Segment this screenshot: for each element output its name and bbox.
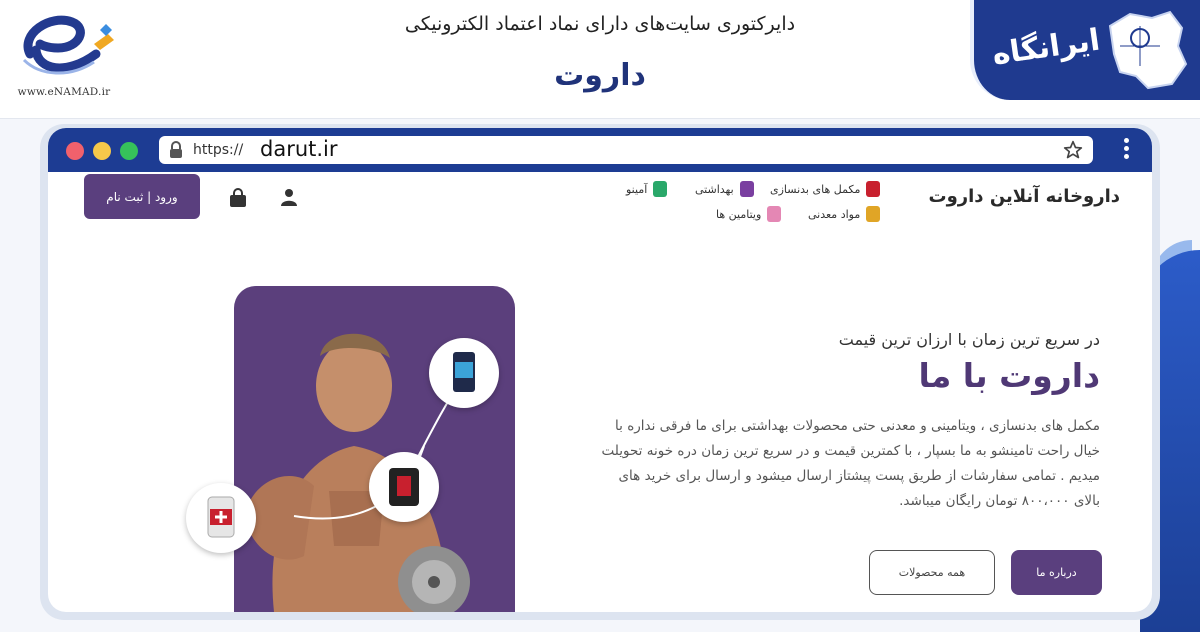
hero-athlete-image [234, 286, 515, 612]
bookmark-star-icon[interactable] [1063, 140, 1083, 160]
close-window-icon[interactable] [66, 142, 84, 160]
url-protocol: https:// [193, 142, 244, 158]
amino-jar-icon [653, 181, 668, 197]
nav-item-label: مکمل های بدنسازی [770, 182, 861, 196]
login-register-button[interactable]: ورود | ثبت نام [84, 174, 200, 219]
hero-title: داروت با ما [918, 356, 1101, 395]
browser-titlebar: https:// darut.ir [48, 128, 1152, 172]
minimize-window-icon[interactable] [93, 142, 111, 160]
hygiene-product-icon [739, 181, 754, 197]
supplement-tub-icon [453, 352, 475, 392]
directory-header: www.eNAMAD.ir دایرکتوری سایت‌های دارای ن… [0, 0, 1200, 119]
url-domain: darut.ir [260, 137, 338, 161]
nav-item-bodybuilding[interactable]: مکمل های بدنسازی [770, 179, 881, 199]
hero-description: مکمل های بدنسازی ، ویتامینی و معدنی حتی … [601, 418, 1101, 509]
browser-menu-icon[interactable] [1124, 138, 1130, 162]
iran-map-icon [1108, 10, 1188, 90]
nav-item-minerals[interactable]: مواد معدنی [808, 204, 881, 224]
nav-item-label: آمینو [626, 182, 648, 196]
nav-item-amino[interactable]: آمینو [626, 179, 668, 199]
supplement-tub-icon [207, 496, 235, 538]
hero-subtitle: در سریع ترین زمان با ارزان ترین قیمت [838, 330, 1100, 349]
about-us-button[interactable]: درباره ما [1011, 550, 1102, 595]
product-bubble-gainer [186, 483, 256, 553]
shopping-bag-icon[interactable] [228, 188, 248, 208]
nav-item-hygiene[interactable]: بهداشتی [695, 179, 754, 199]
hero-illustration [244, 333, 470, 612]
supplement-tub-icon [389, 468, 419, 506]
address-bar[interactable]: https:// darut.ir [159, 136, 1093, 164]
nav-item-vitamins[interactable]: ویتامین ها [716, 204, 782, 224]
nav-item-label: مواد معدنی [808, 207, 861, 221]
irangah-logo[interactable]: ایرانگاه [970, 0, 1200, 100]
product-bubble-mass [369, 452, 439, 522]
all-products-button[interactable]: همه محصولات [869, 550, 995, 595]
vitamin-bottle-icon [767, 206, 782, 222]
nav-item-label: بهداشتی [695, 182, 734, 196]
maximize-window-icon[interactable] [120, 142, 138, 160]
lock-icon [170, 141, 182, 158]
minerals-icon [866, 206, 881, 222]
header-divider [0, 118, 1200, 119]
browser-frame: https:// darut.ir داروخانه آنلاین داروت … [40, 124, 1160, 620]
user-account-icon[interactable] [280, 188, 298, 206]
product-bubble-protein [429, 338, 499, 408]
nav-item-label: ویتامین ها [716, 207, 762, 221]
site-brand[interactable]: داروخانه آنلاین داروت [929, 186, 1121, 207]
irangah-logo-text: ایرانگاه [990, 22, 1103, 73]
supplement-jar-icon [866, 181, 881, 197]
browser-window: https:// darut.ir داروخانه آنلاین داروت … [48, 128, 1152, 612]
